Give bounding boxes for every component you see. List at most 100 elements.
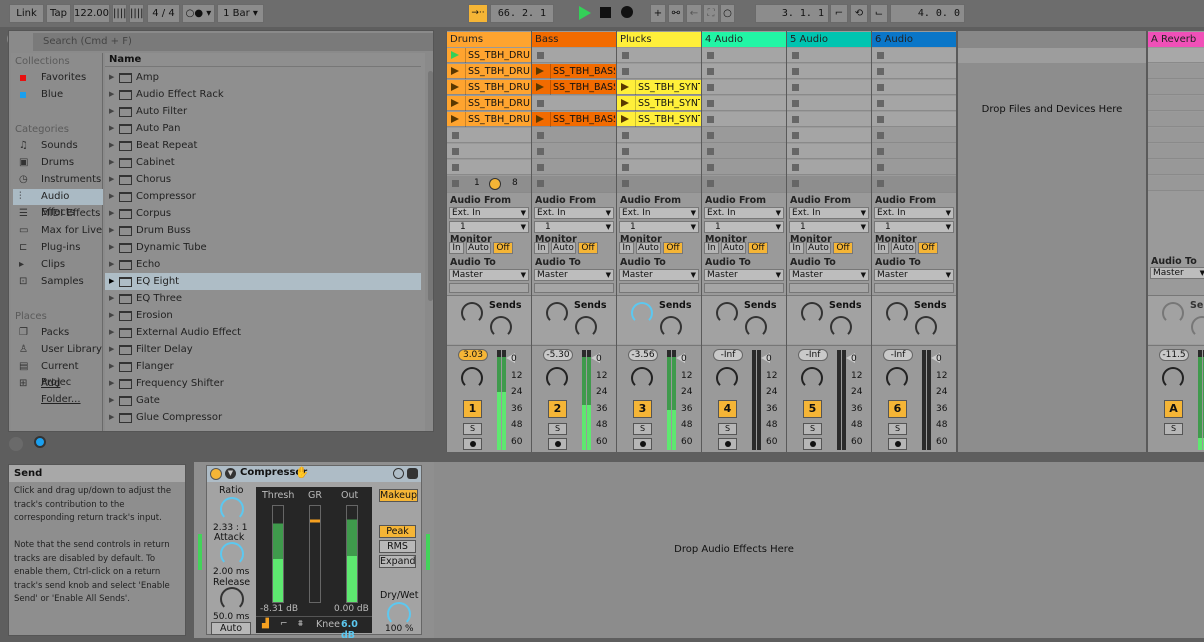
clip-slot[interactable] <box>1148 144 1204 159</box>
send-b-knob[interactable] <box>575 316 597 338</box>
makeup-button[interactable]: Makeup <box>379 489 418 502</box>
clip-stop-button[interactable] <box>537 148 544 155</box>
send-a-knob[interactable] <box>801 302 823 324</box>
volume-field[interactable]: -11.5 <box>1159 349 1189 361</box>
clip-stop-button[interactable] <box>877 132 884 139</box>
monitor-auto-button[interactable]: Auto <box>721 242 746 254</box>
clip-slot[interactable]: SS_TBH_SYNTH <box>617 80 701 95</box>
peak-mode-icon[interactable]: ▟ <box>262 619 269 629</box>
monitor-in-button[interactable]: In <box>874 242 889 254</box>
clip-slot[interactable] <box>702 144 786 159</box>
clip-slot[interactable] <box>1148 112 1204 127</box>
clip-slot[interactable] <box>702 48 786 63</box>
track-title[interactable]: 6 Audio <box>872 32 956 47</box>
send-a-knob[interactable] <box>716 302 738 324</box>
clip-stop-button[interactable] <box>622 148 629 155</box>
hot-swap-icon[interactable] <box>393 468 404 479</box>
expand-arrow-icon[interactable]: ▶ <box>109 188 114 205</box>
browser-item[interactable]: ▶ EQ Three <box>105 290 421 307</box>
clip-slot[interactable] <box>872 80 956 95</box>
track-activator-button[interactable]: 2 <box>548 400 567 418</box>
loop-length-field[interactable]: 4. 0. 0 <box>890 4 965 23</box>
clip-slot[interactable] <box>617 160 701 175</box>
browser-scrollbar[interactable] <box>428 71 433 301</box>
expand-arrow-icon[interactable]: ▶ <box>109 86 114 103</box>
category-max-for-live[interactable]: ▭ Max for Live <box>13 223 103 239</box>
search-input[interactable]: Search (Cmd + F) <box>33 33 433 51</box>
clip-slot[interactable]: SS_TBH_SYNTH <box>617 96 701 111</box>
clip-launch-icon[interactable] <box>536 115 544 123</box>
solo-button[interactable]: S <box>888 423 907 435</box>
browser-item[interactable]: ▶ Drum Buss <box>105 222 421 239</box>
browser-item[interactable]: ▶ Beat Repeat <box>105 137 421 154</box>
clip-slot[interactable] <box>702 64 786 79</box>
clip-slot[interactable] <box>617 48 701 63</box>
browser-item[interactable]: ▶ Auto Filter <box>105 103 421 120</box>
browser-item[interactable]: ▶ Erosion <box>105 307 421 324</box>
expand-arrow-icon[interactable]: ▶ <box>109 409 114 426</box>
capture-icon[interactable]: ⛶ <box>703 4 719 23</box>
expand-arrow-icon[interactable]: ▶ <box>109 358 114 375</box>
expand-arrow-icon[interactable]: ▶ <box>109 324 114 341</box>
clip-stop-button[interactable] <box>792 100 799 107</box>
track-activator-button[interactable]: 4 <box>718 400 737 418</box>
automation-arm-icon[interactable]: ⚯ <box>668 4 684 23</box>
browser-item[interactable]: ▶ Amp <box>105 69 421 86</box>
clip-stop-button[interactable] <box>452 164 459 171</box>
clip-stop-button[interactable] <box>877 84 884 91</box>
ratio-knob[interactable] <box>220 497 244 521</box>
clip-slot[interactable] <box>702 80 786 95</box>
clip-slot[interactable] <box>532 144 616 159</box>
clip-launch-icon[interactable] <box>536 83 544 91</box>
expand-button[interactable]: Expand <box>379 555 416 568</box>
clip-slot[interactable] <box>447 160 531 175</box>
solo-button[interactable]: S <box>803 423 822 435</box>
place-user-library[interactable]: ♙ User Library <box>13 342 103 358</box>
threshold-meter[interactable] <box>272 505 284 603</box>
clip-launch-icon[interactable] <box>621 99 629 107</box>
solo-button[interactable]: S <box>548 423 567 435</box>
browser-item[interactable]: ▶ Echo <box>105 256 421 273</box>
pan-knob[interactable] <box>1162 367 1184 389</box>
clip-stop-button[interactable] <box>452 132 459 139</box>
send-a-knob[interactable] <box>1162 302 1184 324</box>
track-activator-button[interactable]: 3 <box>633 400 652 418</box>
play-button[interactable] <box>579 6 591 20</box>
input-channel-dropdown[interactable]: 1 <box>789 221 869 233</box>
clip-stop-button[interactable] <box>622 132 629 139</box>
expand-arrow-icon[interactable]: ▶ <box>109 154 114 171</box>
browser-item[interactable]: ▶ Gate <box>105 392 421 409</box>
monitor-off-button[interactable]: Off <box>918 242 938 254</box>
arm-button[interactable] <box>888 438 907 450</box>
track-activator-button[interactable]: 1 <box>463 400 482 418</box>
expand-arrow-icon[interactable]: ▶ <box>109 392 114 409</box>
tempo-field[interactable]: 122.00 <box>73 4 110 23</box>
clip-slot[interactable] <box>702 160 786 175</box>
loop-toggle-icon[interactable]: ⟲ <box>850 4 868 23</box>
place-current-projec[interactable]: ▤ Current Projec <box>13 359 103 388</box>
clip-stop-button[interactable] <box>537 164 544 171</box>
browser-item[interactable]: ▶ Glue Compressor <box>105 409 421 426</box>
stop-clips-button[interactable] <box>452 180 459 187</box>
browser-item[interactable]: ▶ Frequency Shifter <box>105 375 421 392</box>
category-samples[interactable]: ⊡ Samples <box>13 274 103 290</box>
send-a-knob[interactable] <box>631 302 653 324</box>
fold-icon[interactable]: ▼ <box>225 468 236 479</box>
monitor-in-button[interactable]: In <box>789 242 804 254</box>
audio-to-dropdown[interactable]: Master <box>534 269 614 281</box>
browser-item[interactable]: ▶ Filter Delay <box>105 341 421 358</box>
pan-knob[interactable] <box>546 367 568 389</box>
clip-launch-icon[interactable] <box>536 67 544 75</box>
stop-clips-button[interactable] <box>707 180 714 187</box>
expand-arrow-icon[interactable]: ▶ <box>109 290 114 307</box>
name-column-header[interactable]: Name <box>105 53 421 67</box>
input-channel-dropdown[interactable]: 1 <box>534 221 614 233</box>
expand-arrow-icon[interactable]: ▶ <box>109 375 114 392</box>
browser-item[interactable]: ▶ EQ Eight <box>105 273 421 290</box>
clip-slot[interactable] <box>1148 176 1204 191</box>
clip-stop-button[interactable] <box>707 132 714 139</box>
browser-item[interactable]: ▶ Flanger <box>105 358 421 375</box>
expand-arrow-icon[interactable]: ▶ <box>109 273 114 290</box>
clip-slot[interactable]: SS_TBH_DRUM <box>447 96 531 111</box>
clip-slot[interactable] <box>702 96 786 111</box>
